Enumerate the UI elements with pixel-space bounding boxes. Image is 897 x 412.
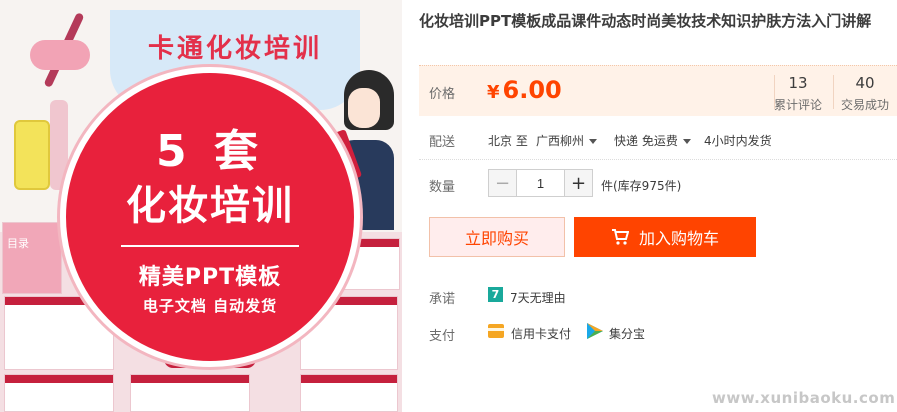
price-label: 价格 bbox=[429, 87, 456, 102]
quantity-decrease-button[interactable]: − bbox=[489, 170, 517, 196]
delivery-label: 配送 bbox=[429, 135, 456, 150]
transactions-count: 40 bbox=[855, 74, 875, 92]
slide-preview bbox=[300, 374, 398, 412]
payment-method-credit-card[interactable]: 信用卡支付 bbox=[511, 325, 571, 342]
promo-headline: 化妆培训 bbox=[126, 183, 294, 229]
payment-method-jifenbao[interactable]: 集分宝 bbox=[609, 325, 645, 342]
price-value: ¥6.00 bbox=[487, 76, 562, 104]
quantity-increase-button[interactable]: + bbox=[564, 170, 592, 196]
slide-label-toc: 目录 bbox=[7, 237, 29, 250]
add-to-cart-label: 加入购物车 bbox=[638, 229, 719, 248]
price-block: 价格 ¥6.00 13 累计评论 40 交易成功 bbox=[419, 65, 897, 116]
bow-illustration bbox=[30, 40, 90, 70]
promise-text[interactable]: 7天无理由 bbox=[510, 289, 566, 306]
reviews-count: 13 bbox=[788, 74, 808, 92]
delivery-destination-select[interactable]: 广西柳州 bbox=[536, 132, 598, 149]
seven-day-return-icon: 7 bbox=[488, 287, 503, 302]
watermark: www.xunibaoku.com bbox=[712, 389, 896, 407]
stat-reviews[interactable]: 13 累计评论 bbox=[768, 74, 828, 113]
product-image[interactable]: 卡通化妆培训 时尚 | 潮流 目录 02 妆容和肤质分类 5 套 化妆培训 精美… bbox=[0, 0, 402, 412]
quantity-input[interactable] bbox=[517, 170, 564, 196]
currency-symbol: ¥ bbox=[487, 82, 500, 103]
stat-transactions[interactable]: 40 交易成功 bbox=[835, 74, 895, 113]
slide-preview bbox=[4, 374, 114, 412]
chevron-down-icon bbox=[589, 139, 598, 144]
product-title: 化妆培训PPT模板成品课件动态时尚美妆技术知识护肤方法入门讲解 bbox=[419, 12, 872, 30]
delivery-destination: 广西柳州 bbox=[536, 134, 585, 148]
buy-now-label: 立即购买 bbox=[464, 229, 529, 248]
promo-divider bbox=[121, 245, 299, 247]
jifenbao-icon bbox=[587, 323, 603, 339]
slide-preview bbox=[130, 374, 250, 412]
promo-tagline: 电子文档 自动发货 bbox=[142, 297, 278, 315]
promo-circle: 5 套 化妆培训 精美PPT模板 电子文档 自动发货 bbox=[60, 67, 360, 367]
cart-icon bbox=[611, 229, 629, 245]
quantity-stepper: − + bbox=[488, 169, 593, 197]
delivery-time: 4小时内发货 bbox=[704, 134, 772, 148]
banner-title: 卡通化妆培训 bbox=[147, 34, 322, 64]
delivery-method: 快递 免运费 bbox=[614, 134, 678, 148]
slide-preview-toc: 目录 bbox=[2, 222, 62, 294]
transactions-label: 交易成功 bbox=[840, 98, 889, 112]
chevron-down-icon bbox=[682, 139, 691, 144]
quantity-label: 数量 bbox=[429, 180, 456, 195]
stat-divider bbox=[833, 75, 834, 109]
divider bbox=[419, 159, 897, 160]
credit-card-icon bbox=[488, 324, 504, 338]
stock-text: 件(库存975件) bbox=[601, 179, 682, 193]
promise-label: 承诺 bbox=[429, 292, 456, 307]
promo-count: 5 套 bbox=[156, 126, 264, 177]
delivery-from: 北京 至 bbox=[488, 134, 528, 148]
add-to-cart-button[interactable]: 加入购物车 bbox=[574, 217, 756, 257]
promo-subheadline: 精美PPT模板 bbox=[138, 265, 282, 290]
perfume-bottle-illustration bbox=[14, 120, 50, 190]
payment-label: 支付 bbox=[429, 329, 456, 344]
buy-now-button[interactable]: 立即购买 bbox=[429, 217, 565, 257]
reviews-label: 累计评论 bbox=[773, 98, 822, 112]
delivery-method-select[interactable]: 快递 免运费 bbox=[614, 132, 691, 149]
price-amount: 6.00 bbox=[502, 76, 562, 104]
